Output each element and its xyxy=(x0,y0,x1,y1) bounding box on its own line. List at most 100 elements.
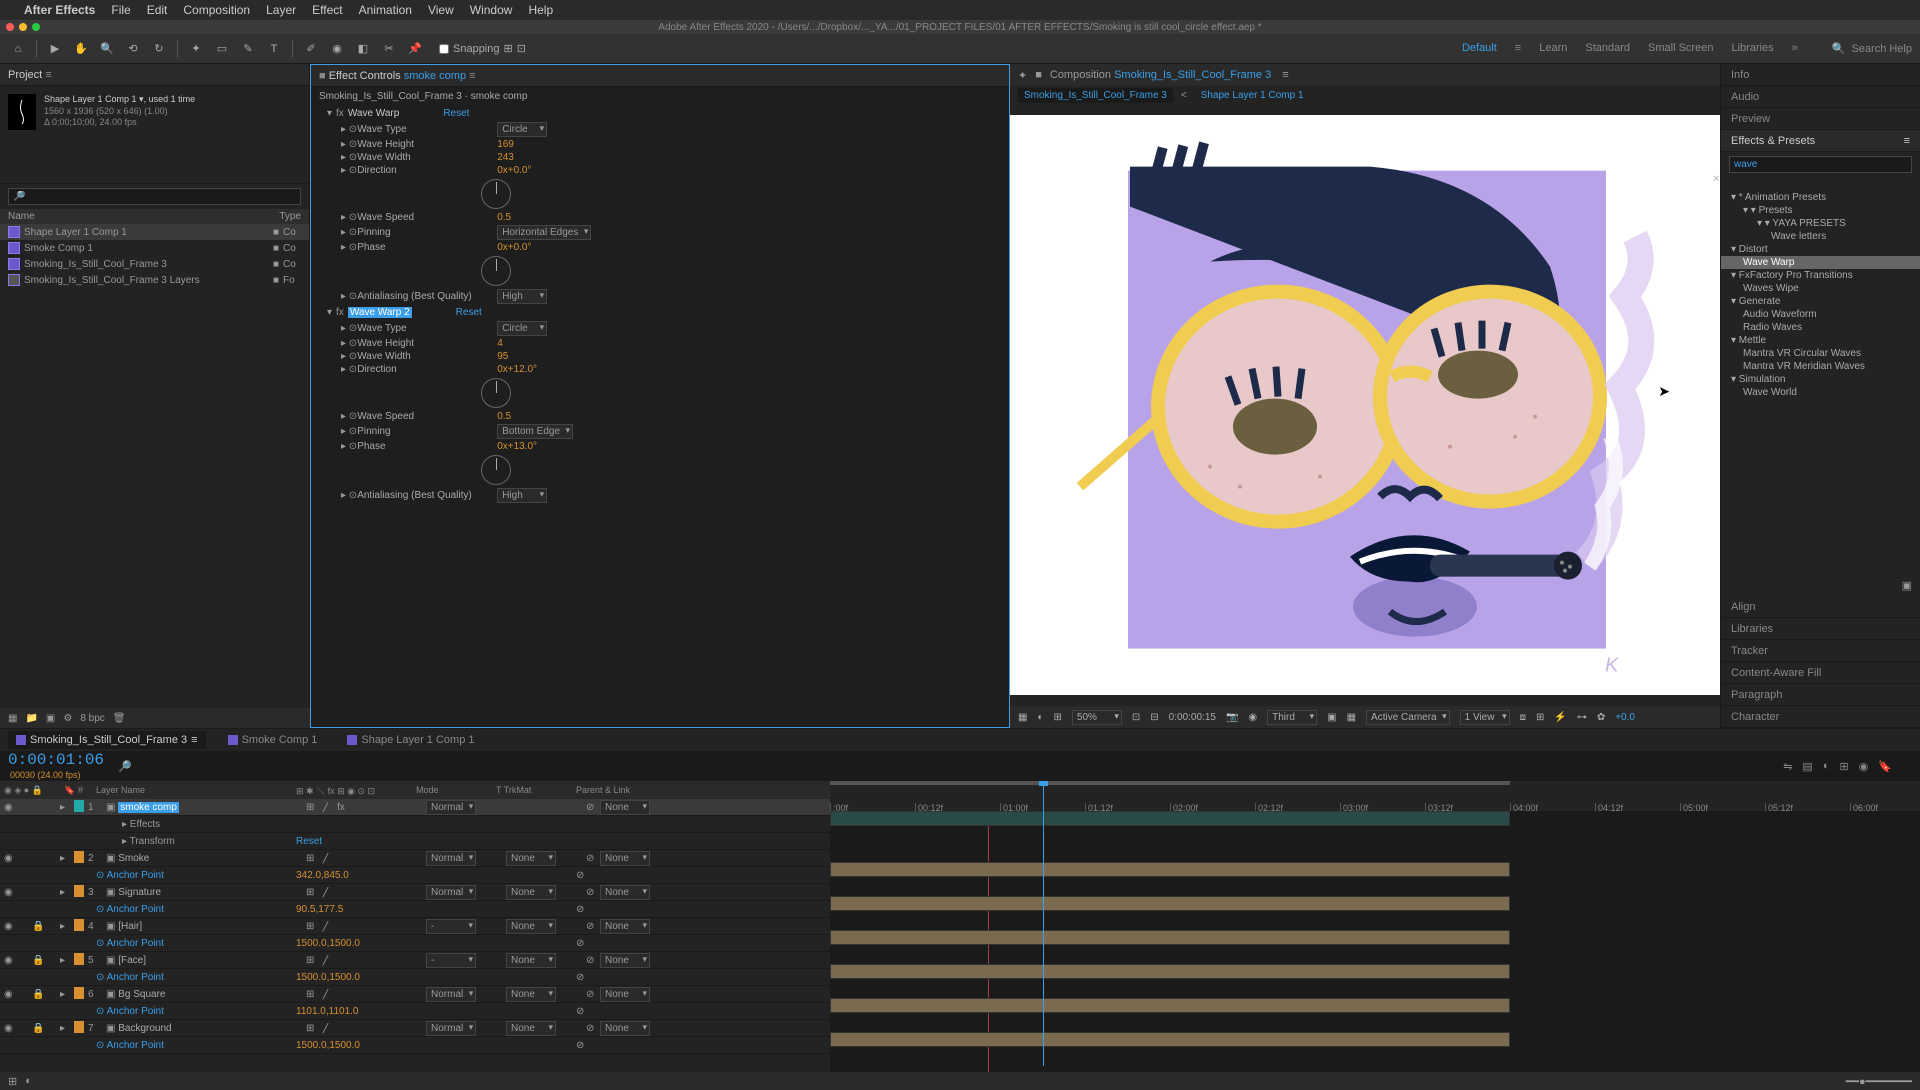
text-tool-icon[interactable]: T xyxy=(264,39,284,59)
viewer-mask-icon[interactable]: ◐ xyxy=(1037,712,1043,723)
layer-bar[interactable] xyxy=(830,896,1510,911)
effects-presets-tab[interactable]: Effects & Presets≡ xyxy=(1721,130,1920,152)
panel-character[interactable]: Character xyxy=(1721,706,1920,728)
ruler-tick[interactable]: :00f xyxy=(830,803,848,811)
preset-category[interactable]: ▾ Simulation xyxy=(1721,373,1920,386)
brush-tool-icon[interactable]: ✐ xyxy=(301,39,321,59)
preset-item[interactable]: Wave Warp xyxy=(1721,256,1920,269)
snapping-toggle[interactable]: Snapping ⊞ ⊡ xyxy=(439,42,526,55)
effect-value[interactable]: 95 xyxy=(497,351,508,362)
trkmat-dropdown[interactable]: None xyxy=(506,987,556,1002)
composition-viewer[interactable]: K ➤ xyxy=(1010,104,1720,706)
effect-dropdown[interactable]: High xyxy=(497,488,547,503)
puppet-tool-icon[interactable]: 📌 xyxy=(405,39,425,59)
project-tab[interactable]: Project xyxy=(8,69,42,81)
effect-value[interactable]: 4 xyxy=(497,338,503,349)
timeline-row[interactable]: ◉▸2▣ Smoke⊞ ╱ NormalNone⊘None xyxy=(0,850,830,867)
panel-paragraph[interactable]: Paragraph xyxy=(1721,684,1920,706)
angle-dial[interactable] xyxy=(481,256,511,286)
zoom-dropdown[interactable]: 50% xyxy=(1072,710,1122,725)
tl-motionblur-icon[interactable]: ◐ xyxy=(1823,760,1830,773)
effect-value[interactable]: 0x+0.0° xyxy=(497,242,531,253)
new-folder-icon[interactable]: 📁 xyxy=(25,713,37,724)
tl-frameblend-icon[interactable]: ▤ xyxy=(1802,760,1812,773)
timeline-row[interactable]: ⊙ Anchor Point90.5,177.5⊘ xyxy=(0,901,830,918)
tl-toggle-switches-icon[interactable]: ⊞ xyxy=(8,1075,17,1088)
timeline-ruler[interactable]: :00f00:12f01:00f01:12f02:00f02:12f03:00f… xyxy=(830,781,1920,811)
timeline-row[interactable]: ◉🔒▸6▣ Bg Square⊞ ╱ NormalNone⊘None xyxy=(0,986,830,1003)
timeline-row[interactable]: ▸ TransformReset xyxy=(0,833,830,850)
timeline-row[interactable]: ◉🔒▸5▣ [Face]⊞ ╱ -None⊘None xyxy=(0,952,830,969)
workspace-menu-icon[interactable]: ≡ xyxy=(1515,42,1521,55)
mode-dropdown[interactable]: Normal xyxy=(426,987,476,1002)
col-type[interactable]: Type xyxy=(279,211,301,222)
interpret-icon[interactable]: ▦ xyxy=(8,713,17,724)
preset-item[interactable]: Mantra VR Meridian Waves xyxy=(1721,360,1920,373)
tl-markers-icon[interactable]: 🔖 xyxy=(1878,760,1892,773)
eraser-tool-icon[interactable]: ◧ xyxy=(353,39,373,59)
mode-dropdown[interactable]: Normal xyxy=(426,851,476,866)
project-item[interactable]: Smoking_Is_Still_Cool_Frame 3■Co xyxy=(0,256,309,272)
reset-link[interactable]: Reset xyxy=(443,108,469,119)
ruler-tick[interactable]: 05:00f xyxy=(1680,803,1708,811)
menu-view[interactable]: View xyxy=(428,3,454,17)
resolution-dropdown[interactable]: Third xyxy=(1267,710,1317,725)
panel-content-aware[interactable]: Content-Aware Fill xyxy=(1721,662,1920,684)
preset-category[interactable]: ▾ Mettle xyxy=(1721,334,1920,347)
home-icon[interactable]: ⌂ xyxy=(8,39,28,59)
viewer-grid-icon[interactable]: ▦ xyxy=(1018,712,1027,723)
layer-bar[interactable] xyxy=(830,811,1510,826)
workspace-learn[interactable]: Learn xyxy=(1539,42,1567,55)
angle-dial[interactable] xyxy=(481,179,511,209)
viewer-channel-icon[interactable]: ◉ xyxy=(1248,712,1257,723)
viewer-time-icon[interactable]: ⊟ xyxy=(1150,712,1158,723)
panel-preview[interactable]: Preview xyxy=(1721,108,1920,130)
col-name[interactable]: Name xyxy=(8,211,245,222)
ruler-tick[interactable]: 03:00f xyxy=(1340,803,1368,811)
timeline-row[interactable]: ⊙ Anchor Point1500.0,1500.0⊘ xyxy=(0,1037,830,1054)
ruler-tick[interactable]: 02:00f xyxy=(1170,803,1198,811)
minimize-window-button[interactable] xyxy=(19,23,27,31)
rotate-tool-icon[interactable]: ↻ xyxy=(149,39,169,59)
close-window-button[interactable] xyxy=(6,23,14,31)
parent-dropdown[interactable]: None xyxy=(600,885,650,900)
panel-align[interactable]: Align xyxy=(1721,596,1920,618)
trkmat-dropdown[interactable]: None xyxy=(506,885,556,900)
parent-dropdown[interactable]: None xyxy=(600,987,650,1002)
preset-item[interactable]: Wave World xyxy=(1721,386,1920,399)
zoom-tool-icon[interactable]: 🔍 xyxy=(97,39,117,59)
comp-subtab[interactable]: Smoking_Is_Still_Cool_Frame 3 xyxy=(1018,88,1173,103)
preset-item[interactable]: ▾ ▾ YAYA PRESETS xyxy=(1721,217,1920,230)
effect-dropdown[interactable]: Bottom Edge xyxy=(497,424,573,439)
effect-value[interactable]: 0x+12.0° xyxy=(497,364,537,375)
ruler-tick[interactable]: 01:00f xyxy=(1000,803,1028,811)
layer-bar[interactable] xyxy=(830,930,1510,945)
timeline-row[interactable]: ▸ Effects xyxy=(0,816,830,833)
layer-bar[interactable] xyxy=(830,1032,1510,1047)
timeline-layer-list[interactable]: ◉ ◈ ● 🔒 🔖 # Layer Name ⊞ ✱ ＼ fx ⊞ ◉ ⊙ ⊡ … xyxy=(0,781,830,1072)
preset-category[interactable]: ▾ Generate xyxy=(1721,295,1920,308)
menu-animation[interactable]: Animation xyxy=(359,3,412,17)
comp-subtab[interactable]: Shape Layer 1 Comp 1 xyxy=(1195,88,1310,103)
preset-item[interactable]: Waves Wipe xyxy=(1721,282,1920,295)
snapping-checkbox[interactable] xyxy=(439,44,449,54)
viewer-fast-icon[interactable]: ⚡ xyxy=(1554,712,1566,723)
search-icon[interactable]: 🔍 xyxy=(1832,42,1846,55)
mode-dropdown[interactable]: Normal xyxy=(426,1021,476,1036)
effect-dropdown[interactable]: High xyxy=(497,289,547,304)
viewer-layout-icon[interactable]: ⊡ xyxy=(1132,712,1140,723)
layer-bar[interactable] xyxy=(830,998,1510,1013)
ruler-tick[interactable]: 03:12f xyxy=(1425,803,1453,811)
playhead[interactable] xyxy=(1043,781,1044,811)
hand-tool-icon[interactable]: ✋ xyxy=(71,39,91,59)
trash-icon[interactable]: 🗑 xyxy=(113,713,126,724)
timeline-tab[interactable]: Smoke Comp 1 xyxy=(220,731,326,749)
panel-libraries[interactable]: Libraries xyxy=(1721,618,1920,640)
clone-tool-icon[interactable]: ◉ xyxy=(327,39,347,59)
clear-search-icon[interactable]: × xyxy=(1713,173,1719,185)
asset-thumbnail[interactable] xyxy=(8,94,36,130)
anchor-tool-icon[interactable]: ✦ xyxy=(186,39,206,59)
mode-dropdown[interactable]: Normal xyxy=(426,885,476,900)
trkmat-dropdown[interactable]: None xyxy=(506,953,556,968)
maximize-window-button[interactable] xyxy=(32,23,40,31)
